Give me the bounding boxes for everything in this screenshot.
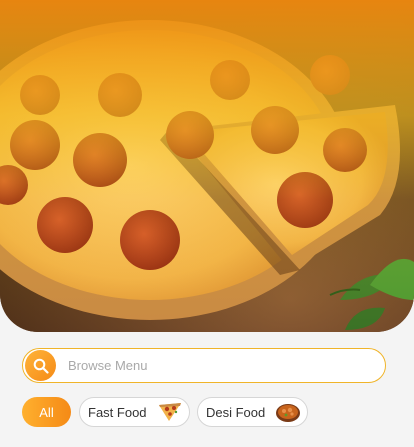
category-chip-label: Desi Food — [206, 404, 266, 420]
search-icon — [33, 358, 49, 374]
curry-bowl-thumbnail — [276, 404, 300, 422]
category-chip-label: All — [39, 404, 54, 420]
pizza-photo — [0, 0, 414, 332]
category-chip-label: Fast Food — [88, 404, 147, 420]
pizza-slice-thumbnail — [159, 403, 181, 421]
search-button[interactable] — [25, 350, 56, 381]
category-chip-fast-food[interactable]: Fast Food — [79, 397, 190, 427]
category-chip-all[interactable]: All — [22, 397, 71, 427]
category-chip-desi-food[interactable]: Desi Food — [197, 397, 308, 427]
hero-banner — [0, 0, 414, 332]
search-bar[interactable] — [22, 348, 386, 383]
search-input[interactable] — [66, 357, 360, 374]
